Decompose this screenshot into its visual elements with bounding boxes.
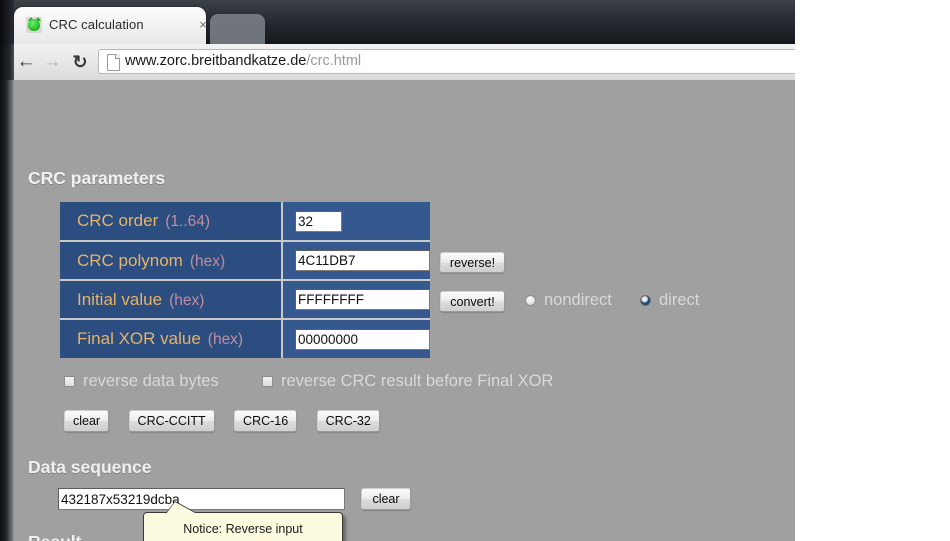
tab-title: CRC calculation xyxy=(49,17,144,32)
forward-arrow-icon: → xyxy=(42,51,62,72)
clear-data-button[interactable]: clear xyxy=(361,488,411,510)
browser-toolbar: ← → ↻ www.zorc.breitbandkatze.de/crc.htm… xyxy=(0,44,795,81)
radio-direct-icon[interactable] xyxy=(640,295,651,306)
param-hint-text: (hex) xyxy=(169,291,205,309)
param-input-cell-final-xor-value xyxy=(282,319,430,358)
radio-direct-label: direct xyxy=(659,291,700,309)
radio-nondirect[interactable]: nondirect xyxy=(525,291,612,310)
param-input-cell-crc-order xyxy=(282,202,430,242)
param-hint-text: (hex) xyxy=(189,252,226,270)
param-hint-text: (1..64) xyxy=(165,213,211,230)
radio-nondirect-label: nondirect xyxy=(544,291,612,309)
crc-ccitt-preset-button[interactable]: CRC-CCITT xyxy=(128,410,215,432)
page-title-data-sequence: Data sequence xyxy=(28,457,152,477)
convert-button[interactable]: convert! xyxy=(440,291,505,312)
param-hint-text: (hex) xyxy=(207,331,244,348)
address-bar-url: www.zorc.breitbandkatze.de/crc.html xyxy=(125,53,361,69)
page-document-icon xyxy=(107,54,120,71)
table-row: Final XOR value (hex) xyxy=(60,319,430,358)
param-label-text: Initial value xyxy=(77,289,163,309)
preset-button-row: clear CRC-CCITT CRC-16 CRC-32 xyxy=(64,410,395,432)
page-content: CRC parameters CRC order (1..64) CRC poly… xyxy=(0,80,795,541)
param-label-initial-value: Initial value (hex) xyxy=(60,280,283,320)
url-domain: www.zorc.breitbandkatze.de xyxy=(125,53,307,69)
tooltip-notice: Notice: Reverse input xyxy=(143,502,343,541)
crc-32-preset-button[interactable]: CRC-32 xyxy=(316,410,380,432)
checkbox-reverse-crc-result-label: reverse CRC result before Final XOR xyxy=(281,372,554,390)
window-frame-left-toolbar xyxy=(0,44,14,81)
param-input-cell-initial-value xyxy=(282,280,430,320)
table-row: Initial value (hex) xyxy=(60,280,430,320)
param-input-cell-crc-polynom xyxy=(282,241,430,281)
tooltip-notice-text: Notice: Reverse input xyxy=(183,522,303,536)
favicon-icon xyxy=(26,17,42,33)
radio-direct[interactable]: direct xyxy=(640,291,699,310)
crc-parameters-table: CRC order (1..64) CRC polynom (hex) Initia… xyxy=(60,202,430,358)
page-title-result: Result xyxy=(28,532,81,541)
param-label-text: Final XOR value xyxy=(77,329,201,348)
crc-order-input[interactable] xyxy=(295,210,342,232)
clear-parameters-button[interactable]: clear xyxy=(64,410,110,432)
tooltip-pointer-icon xyxy=(166,502,197,514)
checkbox-reverse-data-bytes[interactable]: reverse data bytes xyxy=(64,372,219,391)
page-title-crc-parameters: CRC parameters xyxy=(28,168,166,188)
param-label-text: CRC polynom xyxy=(77,250,183,270)
reverse-button[interactable]: reverse! xyxy=(440,252,505,273)
checkbox-reverse-data-bytes-label: reverse data bytes xyxy=(83,372,219,390)
table-row: CRC order (1..64) xyxy=(60,202,430,242)
browser-window: CRC calculation × ← → ↻ www.zorc.breitba… xyxy=(0,0,795,541)
close-icon[interactable]: × xyxy=(196,18,210,32)
param-label-text: CRC order xyxy=(77,211,159,230)
checkbox-icon[interactable] xyxy=(64,376,75,387)
table-row: CRC polynom (hex) xyxy=(60,241,430,281)
final-xor-value-input[interactable] xyxy=(295,328,430,350)
window-frame-left-content xyxy=(0,80,14,541)
address-bar[interactable]: www.zorc.breitbandkatze.de/crc.html xyxy=(98,49,795,74)
radio-nondirect-icon[interactable] xyxy=(525,295,536,306)
data-sequence-input[interactable] xyxy=(58,488,345,510)
browser-tab-crc-calculation[interactable]: CRC calculation × xyxy=(14,7,207,44)
initial-value-input[interactable] xyxy=(295,289,430,310)
url-path: /crc.html xyxy=(306,53,362,69)
param-label-final-xor-value: Final XOR value (hex) xyxy=(60,319,283,358)
window-frame-left xyxy=(0,0,14,44)
browser-tabstrip: CRC calculation × xyxy=(0,0,795,44)
crc-16-preset-button[interactable]: CRC-16 xyxy=(234,410,298,432)
browser-tab-inactive[interactable] xyxy=(210,14,265,44)
param-label-crc-order: CRC order (1..64) xyxy=(60,202,283,242)
param-label-crc-polynom: CRC polynom (hex) xyxy=(60,241,283,281)
checkbox-icon[interactable] xyxy=(262,376,273,387)
crc-polynom-input[interactable] xyxy=(295,250,430,271)
back-arrow-icon[interactable]: ← xyxy=(14,50,38,74)
checkbox-reverse-crc-result[interactable]: reverse CRC result before Final XOR xyxy=(262,372,553,391)
reload-icon[interactable]: ↻ xyxy=(68,50,92,74)
